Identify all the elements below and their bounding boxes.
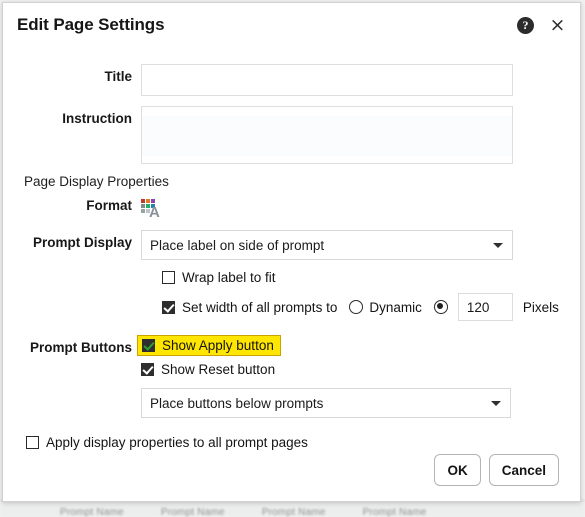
instruction-label: Instruction xyxy=(62,111,132,126)
show-apply-highlight: Show Apply button xyxy=(137,335,281,356)
prompt-buttons-label: Prompt Buttons xyxy=(30,340,132,355)
apply-all-text: Apply display properties to all prompt p… xyxy=(46,435,308,450)
show-reset-text: Show Reset button xyxy=(161,362,276,377)
set-width-row: Set width of all prompts to Dynamic Pixe… xyxy=(162,293,580,321)
wrap-label-text: Wrap label to fit xyxy=(182,270,276,285)
ok-button[interactable]: OK xyxy=(434,454,481,486)
background-prompt-label: Prompt Name xyxy=(362,507,427,517)
prompt-display-select[interactable]: Place label on side of prompt xyxy=(141,230,513,260)
prompt-display-row: Prompt Display Place label on side of pr… xyxy=(3,230,580,260)
dialog-body: Title Instruction Page Display Propertie… xyxy=(3,47,580,450)
background-prompt-label: Prompt Name xyxy=(60,507,124,517)
format-label: Format xyxy=(86,198,132,213)
close-icon[interactable]: × xyxy=(549,16,566,35)
cancel-button[interactable]: Cancel xyxy=(488,454,559,486)
show-apply-checkbox[interactable] xyxy=(142,339,155,352)
pixels-input[interactable] xyxy=(457,293,513,321)
show-apply-text: Show Apply button xyxy=(162,338,274,353)
dynamic-label: Dynamic xyxy=(369,299,422,315)
show-reset-row: Show Reset button xyxy=(141,362,511,377)
prompt-display-label: Prompt Display xyxy=(32,235,132,250)
pixels-unit-label: Pixels xyxy=(522,299,559,315)
wrap-label-row: Wrap label to fit xyxy=(162,270,580,285)
page-title: Edit Page Settings xyxy=(17,15,165,34)
show-reset-checkbox[interactable] xyxy=(141,363,154,376)
set-width-text: Set width of all prompts to xyxy=(182,299,338,315)
wrap-label-checkbox[interactable] xyxy=(162,271,175,284)
dynamic-radio[interactable] xyxy=(349,300,364,314)
apply-all-row: Apply display properties to all prompt p… xyxy=(26,435,580,450)
chevron-down-icon xyxy=(491,401,501,406)
prompt-buttons-options: Show Apply button Show Reset button Plac… xyxy=(137,335,511,418)
background-prompt-label: Prompt Name xyxy=(261,507,326,517)
apply-all-checkbox[interactable] xyxy=(26,436,39,449)
instruction-field-row: Instruction xyxy=(3,106,580,164)
background-prompt-row: Prompt Name Prompt Name Prompt Name Prom… xyxy=(0,500,585,517)
button-placement-select[interactable]: Place buttons below prompts xyxy=(141,388,511,418)
chevron-down-icon xyxy=(493,243,503,248)
page-display-properties-header: Page Display Properties xyxy=(24,174,169,189)
format-grid-text-icon[interactable]: A xyxy=(141,199,163,220)
title-field-row: Title xyxy=(3,64,580,96)
background-prompt-label: Prompt Name xyxy=(160,507,225,517)
set-width-checkbox[interactable] xyxy=(162,300,175,314)
titlebar-actions: ? × xyxy=(517,16,566,35)
instruction-textarea[interactable] xyxy=(141,106,513,164)
help-circle-icon[interactable]: ? xyxy=(517,17,534,34)
title-input[interactable] xyxy=(141,64,513,96)
prompt-buttons-row: Prompt Buttons Show Apply button Show Re… xyxy=(3,335,580,418)
format-row: Format A xyxy=(3,198,580,220)
edit-page-settings-dialog: Edit Page Settings ? × Title Instruction… xyxy=(2,2,581,502)
prompt-display-value: Place label on side of prompt xyxy=(150,237,325,253)
button-placement-value: Place buttons below prompts xyxy=(150,395,324,411)
title-label: Title xyxy=(104,69,132,84)
pixels-radio[interactable] xyxy=(433,300,448,314)
dialog-buttons: OK Cancel xyxy=(434,454,559,486)
dialog-titlebar: Edit Page Settings ? × xyxy=(3,3,580,47)
